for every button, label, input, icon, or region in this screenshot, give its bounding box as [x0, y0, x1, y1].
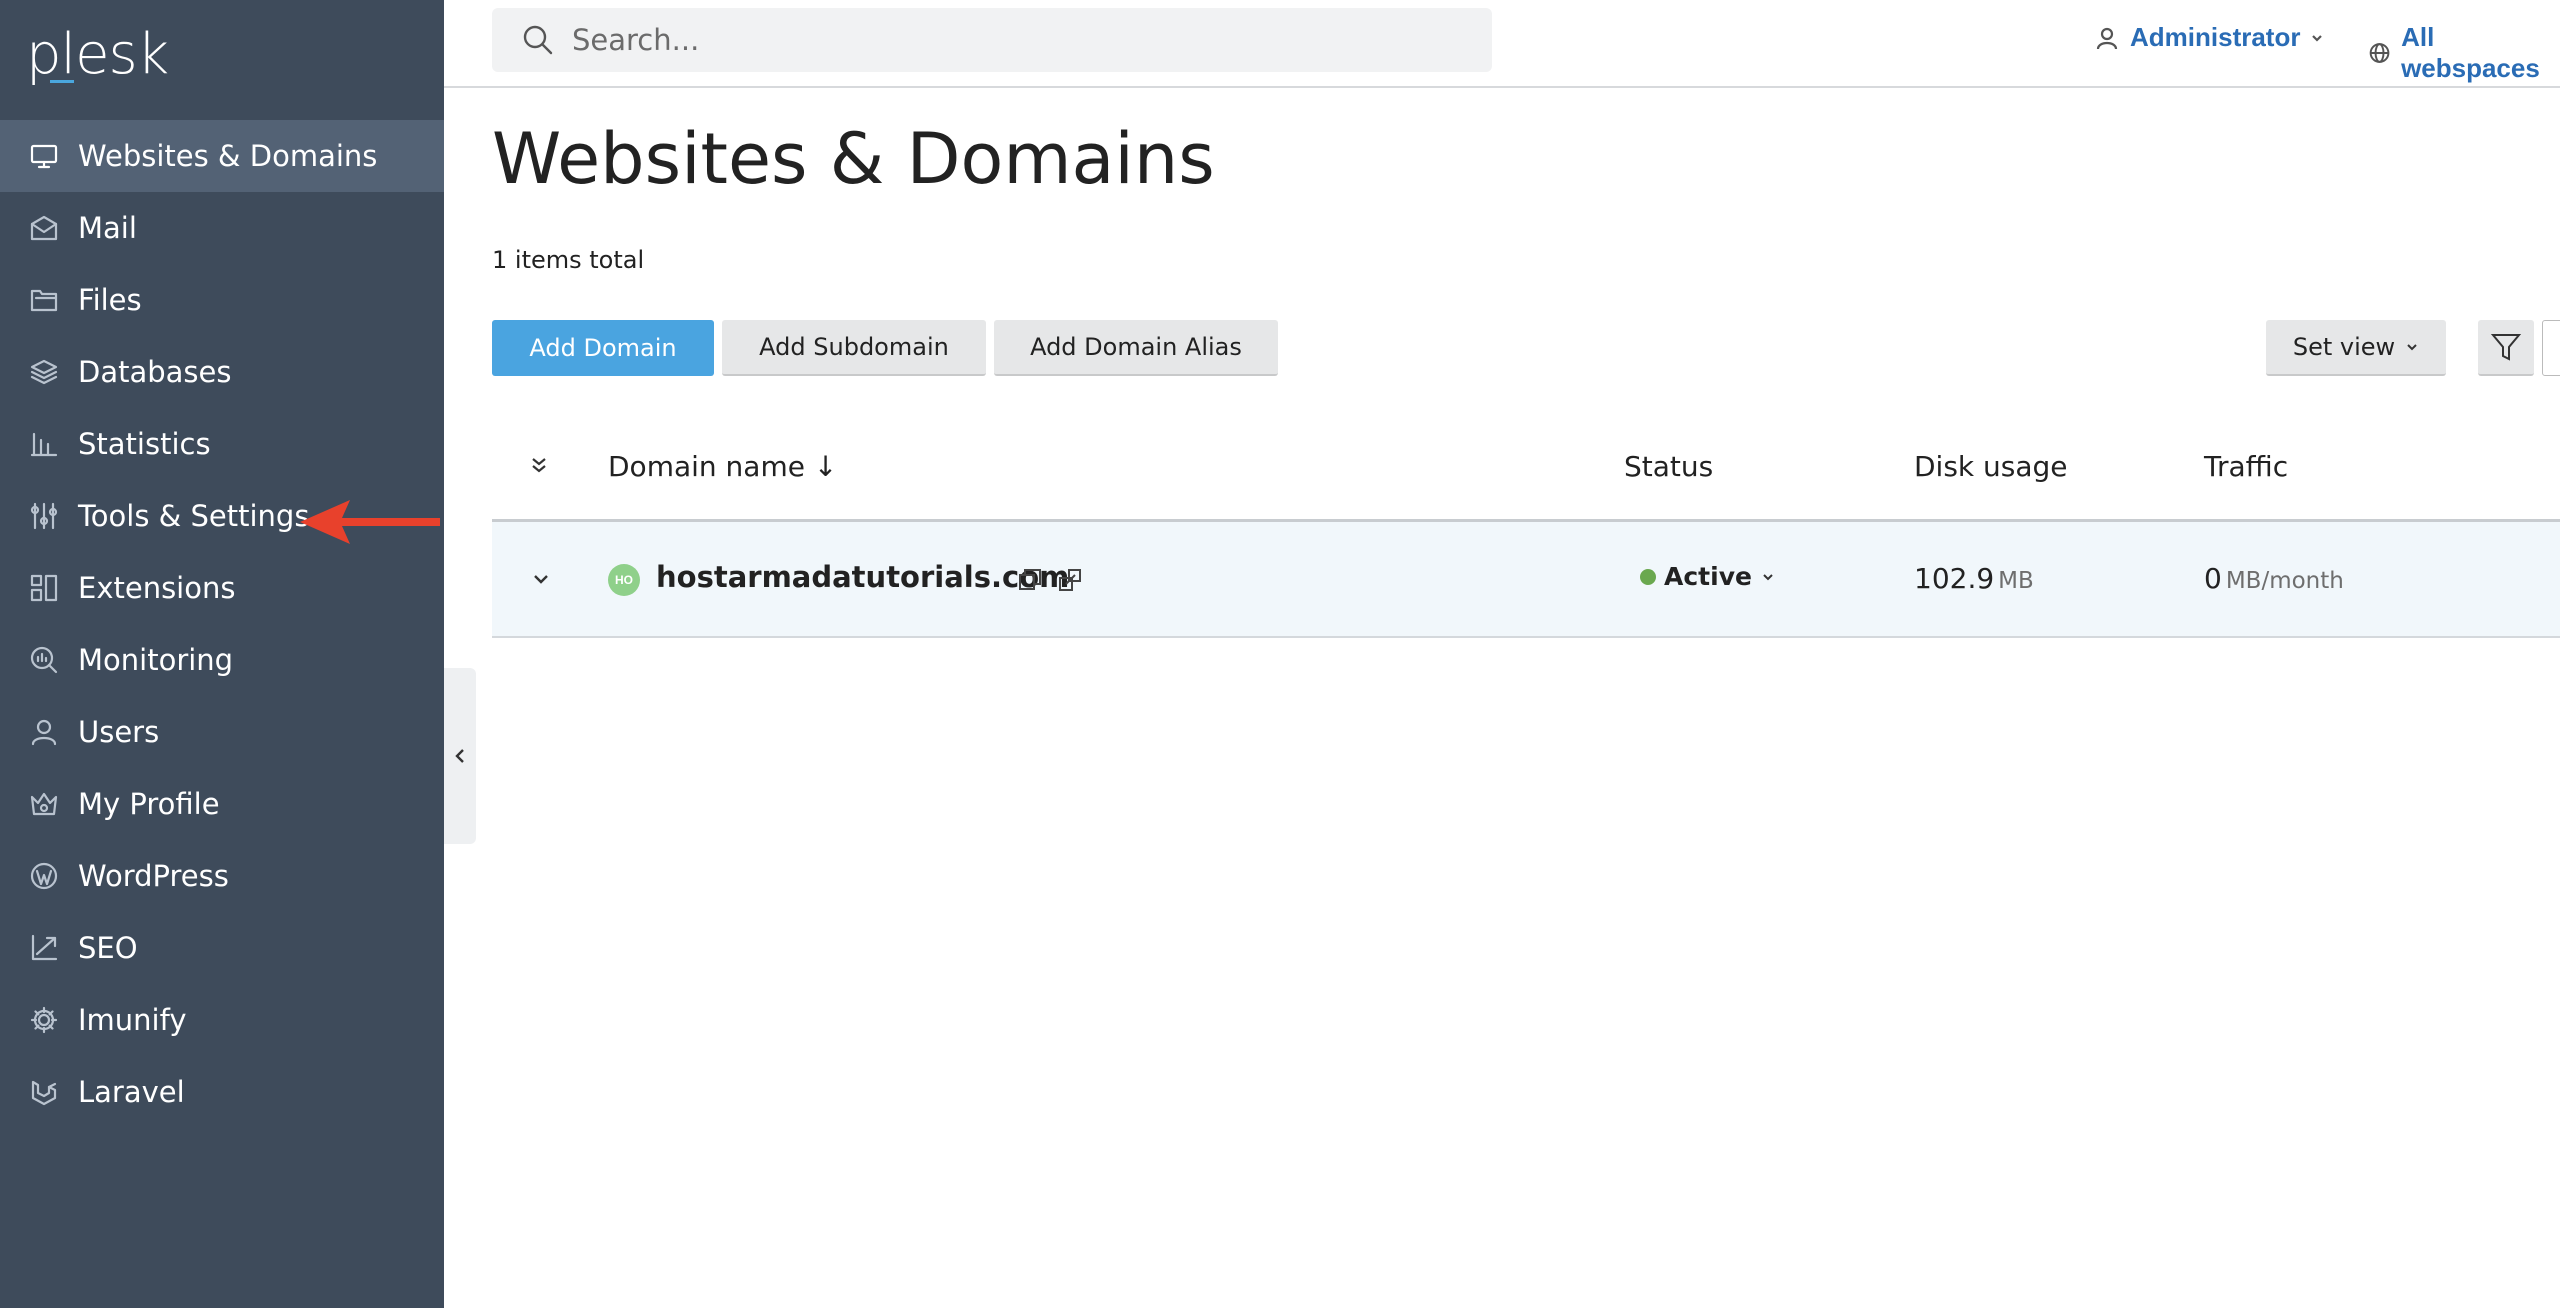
sidebar-item-mail[interactable]: Mail — [0, 192, 444, 264]
open-external-icon[interactable] — [1056, 566, 1084, 594]
sidebar-item-users[interactable]: Users — [0, 696, 444, 768]
search-box[interactable] — [492, 8, 1492, 72]
webspaces-menu-label: All webspaces — [2401, 22, 2540, 83]
set-view-label: Set view — [2292, 333, 2396, 361]
plesk-logo[interactable]: plesk — [26, 22, 169, 87]
laravel-icon — [28, 1076, 60, 1108]
traffic-unit: MB/month — [2225, 568, 2344, 594]
disk-usage-unit: MB — [1998, 568, 2034, 594]
column-header-disk-usage[interactable]: Disk usage — [1914, 450, 2068, 483]
sidebar-item-label: Users — [78, 715, 160, 749]
sidebar-item-label: Websites & Domains — [78, 139, 378, 173]
sidebar-item-label: Extensions — [78, 571, 236, 605]
mail-icon — [28, 212, 60, 244]
sliders-icon — [28, 500, 60, 532]
add-subdomain-button[interactable]: Add Subdomain — [722, 320, 986, 376]
domains-table-header: Domain name ↓ Status Disk usage Traffic — [492, 428, 2560, 522]
logo-underline — [50, 80, 74, 83]
sidebar-nav: Websites & Domains Mail Files Databases … — [0, 120, 444, 1128]
chevron-down-icon — [2312, 34, 2323, 42]
row-expand-toggle[interactable] — [530, 568, 552, 594]
sidebar-collapse-button[interactable] — [444, 668, 476, 844]
sidebar-item-label: Databases — [78, 355, 232, 389]
sidebar-item-label: My Profile — [78, 787, 220, 821]
sidebar-item-websites-domains[interactable]: Websites & Domains — [0, 120, 444, 192]
sidebar-item-laravel[interactable]: Laravel — [0, 1056, 444, 1128]
filter-icon — [2490, 334, 2522, 361]
sidebar-item-my-profile[interactable]: My Profile — [0, 768, 444, 840]
sidebar-item-statistics[interactable]: Statistics — [0, 408, 444, 480]
column-header-status[interactable]: Status — [1624, 450, 1713, 483]
chevron-down-icon — [1763, 573, 1773, 580]
disk-usage-value: 102.9 MB — [1914, 562, 2034, 595]
magnifier-chart-icon — [28, 644, 60, 676]
sidebar-item-imunify[interactable]: Imunify — [0, 984, 444, 1056]
domain-favicon: HO — [608, 564, 640, 596]
search-toggle-button[interactable] — [2542, 320, 2560, 376]
monitor-icon — [28, 140, 60, 172]
table-row[interactable]: HO hostarmadatutorials.com Active 102.9 M… — [492, 522, 2560, 638]
sidebar-item-label: Imunify — [78, 1003, 187, 1037]
copy-icon[interactable] — [1016, 566, 1044, 594]
user-menu-label: Administrator — [2130, 22, 2301, 52]
traffic-number: 0 — [2204, 562, 2222, 595]
sidebar: plesk Websites & Domains Mail Files Data… — [0, 0, 444, 1308]
status-dot — [1640, 568, 1656, 585]
traffic-value: 0 MB/month — [2204, 562, 2344, 595]
topbar: Administrator All webspaces — [444, 0, 2560, 88]
search-input[interactable] — [572, 23, 1452, 57]
column-header-traffic[interactable]: Traffic — [2204, 450, 2288, 483]
sidebar-item-wordpress[interactable]: WordPress — [0, 840, 444, 912]
bar-chart-icon — [28, 428, 60, 460]
user-icon — [28, 716, 60, 748]
sidebar-item-databases[interactable]: Databases — [0, 336, 444, 408]
wordpress-icon — [28, 860, 60, 892]
gear-icon — [28, 1004, 60, 1036]
sidebar-item-label: Statistics — [78, 427, 211, 461]
sidebar-item-label: SEO — [78, 931, 138, 965]
page-title: Websites & Domains — [492, 118, 1215, 200]
sidebar-item-label: Mail — [78, 211, 137, 245]
folder-icon — [28, 284, 60, 316]
sidebar-item-extensions[interactable]: Extensions — [0, 552, 444, 624]
sidebar-item-label: Tools & Settings — [78, 499, 310, 533]
sidebar-item-label: Monitoring — [78, 643, 234, 677]
user-menu[interactable]: Administrator — [2094, 22, 2324, 53]
grid-icon — [28, 572, 60, 604]
expand-all-toggle[interactable] — [528, 450, 550, 483]
domain-name-link[interactable]: hostarmadatutorials.com — [656, 560, 1069, 594]
add-domain-button[interactable]: Add Domain — [492, 320, 714, 376]
filter-button[interactable] — [2478, 320, 2534, 376]
webspaces-menu[interactable]: All webspaces — [2368, 22, 2560, 84]
trend-icon — [28, 932, 60, 964]
search-icon — [523, 25, 553, 55]
annotation-arrow-icon — [300, 500, 440, 544]
disk-usage-number: 102.9 — [1914, 562, 1995, 595]
user-icon — [2096, 27, 2118, 49]
status-badge[interactable]: Active — [1640, 562, 1774, 591]
status-label: Active — [1664, 562, 1752, 591]
chevron-left-icon — [455, 749, 464, 763]
sidebar-item-label: WordPress — [78, 859, 229, 893]
crown-icon — [28, 788, 60, 820]
sidebar-item-files[interactable]: Files — [0, 264, 444, 336]
sidebar-item-seo[interactable]: SEO — [0, 912, 444, 984]
items-total-count: 1 items total — [492, 246, 645, 274]
layers-icon — [28, 356, 60, 388]
sidebar-item-label: Laravel — [78, 1075, 185, 1109]
add-domain-alias-button[interactable]: Add Domain Alias — [994, 320, 1278, 376]
chevron-down-icon — [2407, 344, 2417, 351]
globe-icon — [2369, 43, 2390, 63]
sidebar-item-monitoring[interactable]: Monitoring — [0, 624, 444, 696]
sidebar-item-label: Files — [78, 283, 142, 317]
column-header-domain-name[interactable]: Domain name ↓ — [608, 450, 837, 483]
chevron-down-icon — [534, 575, 548, 584]
double-chevron-down-icon — [532, 458, 546, 473]
set-view-button[interactable]: Set view — [2266, 320, 2446, 376]
